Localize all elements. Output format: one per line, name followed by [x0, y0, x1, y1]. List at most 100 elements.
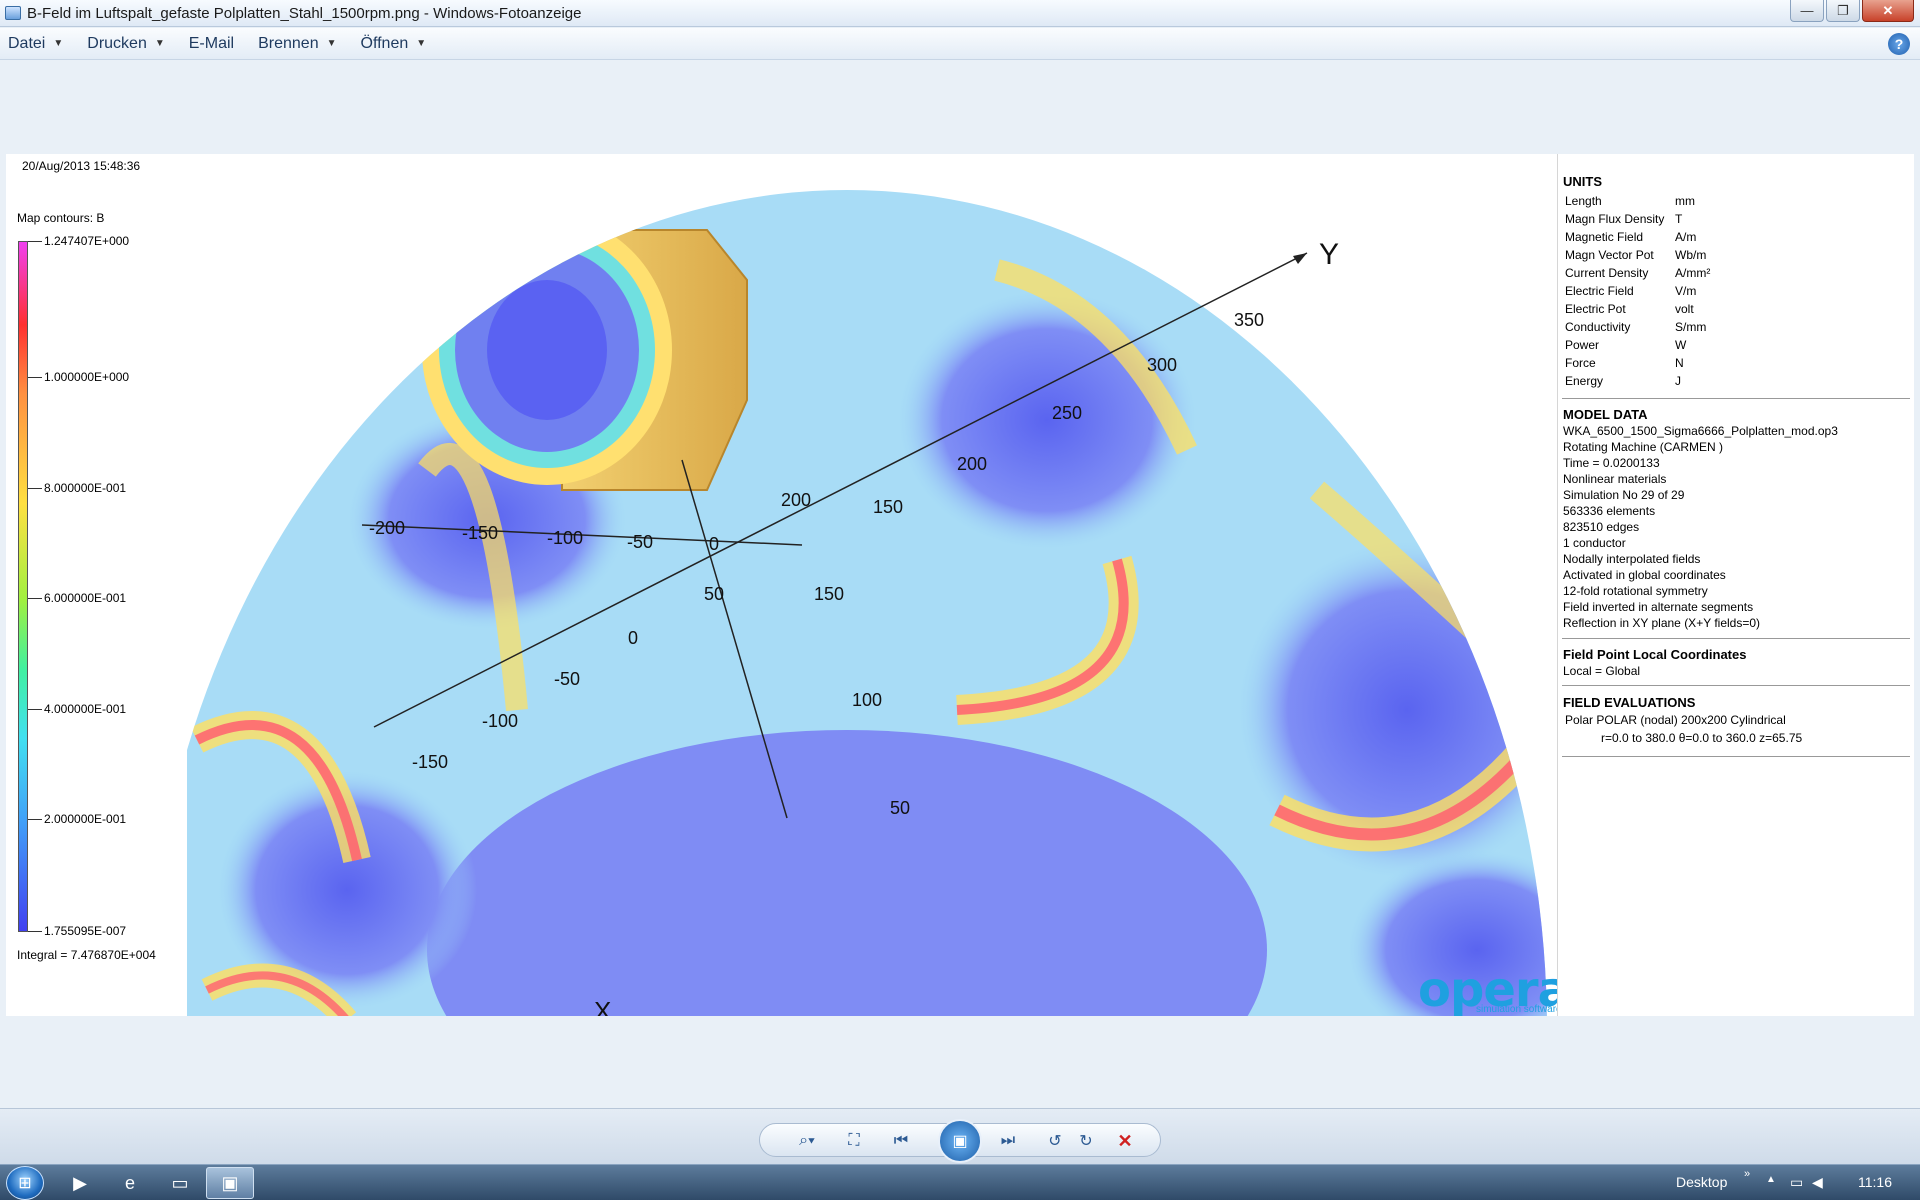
- explorer-taskbar-icon[interactable]: ▭: [156, 1167, 204, 1199]
- desktop-toolbar[interactable]: Desktop: [1676, 1174, 1727, 1190]
- units-row: Electric Field V/m: [1565, 284, 1696, 298]
- legend-label-min: 1.755095E-007: [44, 924, 127, 938]
- unit-value: N: [1675, 356, 1684, 370]
- window-controls: — ❐ ✕: [1788, 0, 1914, 22]
- tick-label: -50: [554, 669, 580, 689]
- model-data-line: 563336 elements: [1563, 504, 1656, 518]
- photo-viewer-icon: [5, 6, 21, 20]
- model-data-line: Nonlinear materials: [1563, 472, 1667, 486]
- taskbar: ⊞ ▶ e ▭ ▣ Desktop » ▲ ▭ ◀ 11:16: [0, 1164, 1920, 1200]
- menu-brennen[interactable]: Brennen ▼: [258, 35, 336, 53]
- tick-label: 0: [628, 628, 638, 648]
- model-data-line: WKA_6500_1500_Sigma6666_Polplatten_mod.o…: [1563, 424, 1838, 438]
- next-icon[interactable]: ⏭: [993, 1128, 1023, 1154]
- model-data-line: Rotating Machine (CARMEN ): [1563, 440, 1724, 454]
- axis-label-x: X: [594, 996, 611, 1016]
- slideshow-button[interactable]: ▣: [938, 1119, 982, 1163]
- field-evaluation-line: Polar POLAR (nodal) 200x200 Cylindrical: [1565, 713, 1786, 727]
- tick-label: 50: [890, 798, 910, 818]
- unit-name: Energy: [1565, 374, 1604, 388]
- field-contour-plot: Y X -200 -150 -100 -50 0 150 200 250 300…: [187, 190, 1547, 1016]
- help-icon[interactable]: ?: [1888, 33, 1910, 55]
- tick-label: -200: [369, 518, 405, 538]
- delete-icon[interactable]: ✕: [1110, 1128, 1140, 1154]
- media-player-taskbar-icon[interactable]: ▶: [56, 1167, 104, 1199]
- field-evaluation-line: r=0.0 to 380.0 θ=0.0 to 360.0 z=65.75: [1601, 731, 1803, 745]
- minimize-button[interactable]: —: [1790, 0, 1824, 22]
- unit-name: Length: [1565, 194, 1602, 208]
- unit-value: A/m: [1675, 230, 1697, 244]
- clock[interactable]: 11:16: [1858, 1174, 1892, 1190]
- field-evaluations-title: FIELD EVALUATIONS: [1563, 695, 1696, 710]
- units-row: Energy J: [1565, 374, 1681, 388]
- model-data-line: 823510 edges: [1563, 520, 1640, 534]
- start-button[interactable]: ⊞: [6, 1166, 44, 1200]
- photo-viewer-taskbar-icon[interactable]: ▣: [206, 1167, 254, 1199]
- menu-datei-label: Datei: [8, 34, 46, 52]
- model-data-line: 1 conductor: [1563, 536, 1626, 550]
- fit-window-icon[interactable]: ⛶: [839, 1128, 869, 1154]
- rotate-left-icon[interactable]: ↺: [1040, 1128, 1070, 1154]
- units-row: Length mm: [1565, 194, 1695, 208]
- model-data-line: Nodally interpolated fields: [1563, 552, 1701, 566]
- tick-label: 250: [1052, 403, 1082, 423]
- unit-value: W: [1675, 338, 1687, 352]
- show-hidden-icons-icon[interactable]: ▲: [1766, 1174, 1776, 1185]
- legend-tick: [28, 598, 42, 599]
- window-title-bar[interactable]: B-Feld im Luftspalt_gefaste Polplatten_S…: [0, 0, 1920, 27]
- tick-label: 200: [781, 490, 811, 510]
- tick-label: 0: [709, 534, 719, 554]
- volume-icon[interactable]: ◀: [1812, 1174, 1823, 1191]
- unit-name: Magn Vector Pot: [1565, 248, 1654, 262]
- divider: [1562, 756, 1910, 757]
- network-icon[interactable]: ▭: [1790, 1174, 1803, 1191]
- units-row: Force N: [1565, 356, 1684, 370]
- unit-value: S/mm: [1675, 320, 1707, 334]
- chevron-down-icon: ▼: [416, 38, 427, 49]
- legend-tick: [28, 377, 42, 378]
- toolbar-chevron-icon[interactable]: »: [1744, 1168, 1750, 1180]
- internet-explorer-taskbar-icon[interactable]: e: [106, 1167, 154, 1199]
- legend-tick: [28, 819, 42, 820]
- unit-name: Magn Flux Density: [1565, 212, 1665, 226]
- unit-name: Power: [1565, 338, 1600, 352]
- axis-label-y: Y: [1319, 238, 1339, 271]
- close-button[interactable]: ✕: [1862, 0, 1914, 22]
- maximize-button[interactable]: ❐: [1826, 0, 1860, 22]
- zoom-icon[interactable]: ⌕▾: [792, 1128, 822, 1154]
- unit-name: Current Density: [1565, 266, 1649, 280]
- field-point-line: Local = Global: [1563, 664, 1641, 678]
- model-data-title: MODEL DATA: [1563, 407, 1648, 422]
- units-row: Current Density A/mm²: [1565, 266, 1710, 280]
- legend-label: 1.000000E+000: [44, 370, 130, 384]
- units-row: Magn Flux Density T: [1565, 212, 1682, 226]
- image-timestamp: 20/Aug/2013 15:48:36: [22, 159, 141, 173]
- legend-label-max: 1.247407E+000: [44, 234, 130, 248]
- menu-drucken[interactable]: Drucken ▼: [87, 35, 164, 53]
- tick-label: 50: [704, 584, 724, 604]
- rotate-right-icon[interactable]: ↻: [1071, 1128, 1101, 1154]
- tick-label: -100: [482, 711, 518, 731]
- unit-value: Wb/m: [1675, 248, 1707, 262]
- unit-name: Electric Field: [1565, 284, 1634, 298]
- info-panel: UNITS Length mm Magn Flux Density T Magnet…: [1557, 154, 1914, 1016]
- model-data-line: Reflection in XY plane (X+Y fields=0): [1563, 616, 1761, 630]
- unit-name: Force: [1565, 356, 1596, 370]
- units-row: Electric Pot volt: [1565, 302, 1694, 316]
- units-row: Conductivity S/mm: [1565, 320, 1706, 334]
- menu-email[interactable]: E-Mail: [189, 35, 234, 53]
- viewer-controls: ⌕▾ ⛶ ⏮ ▣ ⏭ ↺ ↻ ✕: [759, 1119, 1161, 1163]
- model-data-line: 12-fold rotational symmetry: [1563, 584, 1708, 598]
- contour-title: Map contours: B: [17, 211, 105, 225]
- previous-icon[interactable]: ⏮: [886, 1128, 916, 1154]
- opera-logo-subtitle: simulation software: [1476, 1004, 1562, 1015]
- windows-logo-icon: ⊞: [18, 1175, 32, 1192]
- menu-oeffnen[interactable]: Öffnen ▼: [361, 35, 427, 53]
- chevron-down-icon: ▼: [154, 38, 165, 49]
- legend-tick: [28, 488, 42, 489]
- menu-datei[interactable]: Datei ▼: [8, 35, 63, 53]
- divider: [1562, 398, 1910, 399]
- menu-bar: Datei ▼ Drucken ▼ E-Mail Brennen ▼ Öffnen ▼ …: [0, 28, 1920, 60]
- model-data-line: Field inverted in alternate segments: [1563, 600, 1754, 614]
- axis-arrowhead: [1293, 253, 1307, 264]
